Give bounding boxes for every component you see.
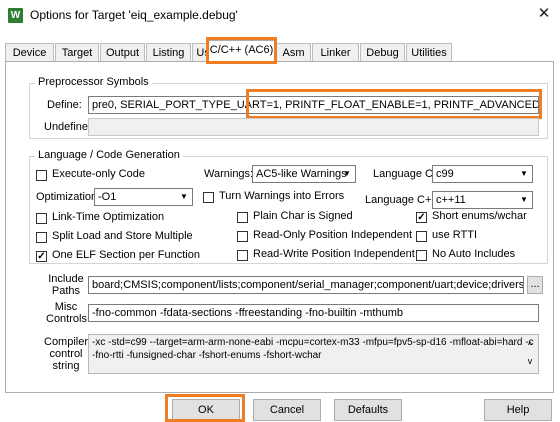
tab-utilities[interactable]: Utilities [406, 43, 452, 61]
chevron-down-icon: ▼ [343, 169, 351, 178]
scroll-down-icon[interactable]: v [523, 356, 537, 366]
cancel-button[interactable]: Cancel [253, 399, 321, 421]
plain-char-label: Plain Char is Signed [253, 210, 353, 222]
turn-warnings-label: Turn Warnings into Errors [219, 190, 345, 202]
language-cpp-value: c++11 [436, 194, 466, 206]
include-paths-field[interactable]: board;CMSIS;component/lists;component/se… [88, 276, 524, 294]
lto-checkbox[interactable] [36, 213, 47, 224]
tab-device[interactable]: Device [5, 43, 54, 61]
compiler-control-string[interactable]: -xc -std=c99 --target=arm-arm-none-eabi … [88, 334, 539, 374]
use-rtti-checkbox[interactable] [416, 231, 427, 242]
tab-listing[interactable]: Listing [146, 43, 191, 61]
read-write-pi-label: Read-Write Position Independent [253, 248, 415, 260]
language-c-select[interactable]: c99 ▼ [432, 165, 533, 183]
ok-highlight [165, 394, 245, 422]
split-load-checkbox[interactable] [36, 232, 47, 243]
misc-label-1: Misc [54, 301, 78, 313]
compiler-line-1: -xc -std=c99 --target=arm-arm-none-eabi … [92, 337, 534, 348]
misc-label-2: Controls [46, 313, 87, 325]
undefine-label: Undefine: [44, 121, 92, 133]
one-elf-checkbox[interactable]: ✓ [36, 251, 47, 262]
turn-warnings-checkbox[interactable] [203, 192, 214, 203]
use-rtti-label: use RTTI [432, 229, 478, 241]
no-auto-includes-checkbox[interactable] [416, 250, 427, 261]
undefine-field [88, 118, 539, 136]
chevron-down-icon: ▼ [520, 195, 528, 204]
define-highlight [246, 89, 542, 119]
include-label-1: Include [48, 273, 84, 285]
read-only-pi-checkbox[interactable] [237, 231, 248, 242]
tab-linker[interactable]: Linker [312, 43, 359, 61]
misc-controls-field[interactable]: -fno-common -fdata-sections -ffreestandi… [88, 304, 539, 322]
compiler-label-2: control [49, 348, 83, 360]
compiler-label-3: string [52, 360, 80, 372]
define-label: Define: [47, 99, 82, 111]
compiler-line-2: -fno-rtti -funsigned-char -fshort-enums … [92, 350, 322, 361]
split-load-label: Split Load and Store Multiple [52, 230, 193, 242]
language-cpp-label: Language C++: [365, 194, 441, 206]
tab-highlight [206, 37, 277, 64]
warnings-label: Warnings: [204, 168, 254, 180]
short-enums-label: Short enums/wchar [432, 210, 527, 222]
scroll-up-icon[interactable]: ^ [523, 340, 537, 350]
defaults-button[interactable]: Defaults [334, 399, 402, 421]
optimization-value: -O1 [98, 191, 117, 203]
optimization-select[interactable]: -O1 ▼ [94, 188, 193, 206]
browse-include-button[interactable]: ... [527, 276, 543, 294]
tab-target[interactable]: Target [55, 43, 99, 61]
language-cpp-select[interactable]: c++11 ▼ [432, 191, 533, 209]
execute-only-checkbox[interactable] [36, 170, 47, 181]
tab-debug[interactable]: Debug [360, 43, 405, 61]
close-icon[interactable]: ✕ [531, 3, 557, 25]
short-enums-checkbox[interactable]: ✓ [416, 212, 427, 223]
app-icon: W [8, 8, 23, 23]
preprocessor-group-title: Preprocessor Symbols [35, 76, 152, 88]
chevron-down-icon: ▼ [520, 169, 528, 178]
help-button[interactable]: Help [484, 399, 552, 421]
compiler-label-1: Compiler [44, 336, 89, 348]
read-write-pi-checkbox[interactable] [237, 250, 248, 261]
lto-label: Link-Time Optimization [52, 211, 165, 223]
no-auto-includes-label: No Auto Includes [432, 248, 516, 260]
execute-only-label: Execute-only Code [52, 168, 145, 180]
language-c-value: c99 [436, 168, 454, 180]
language-c-label: Language C: [373, 168, 436, 180]
optimization-label: Optimization: [36, 191, 101, 203]
warnings-value: AC5-like Warnings [256, 168, 347, 180]
read-only-pi-label: Read-Only Position Independent [253, 229, 412, 241]
tab-output[interactable]: Output [100, 43, 145, 61]
language-group-title: Language / Code Generation [35, 149, 183, 161]
window-title: Options for Target 'eiq_example.debug' [30, 8, 238, 22]
tab-asm[interactable]: Asm [276, 43, 311, 61]
plain-char-checkbox[interactable] [237, 212, 248, 223]
warnings-select[interactable]: AC5-like Warnings ▼ [252, 165, 356, 183]
chevron-down-icon: ▼ [180, 192, 188, 201]
include-label-2: Paths [51, 285, 81, 297]
one-elf-label: One ELF Section per Function [52, 249, 200, 261]
